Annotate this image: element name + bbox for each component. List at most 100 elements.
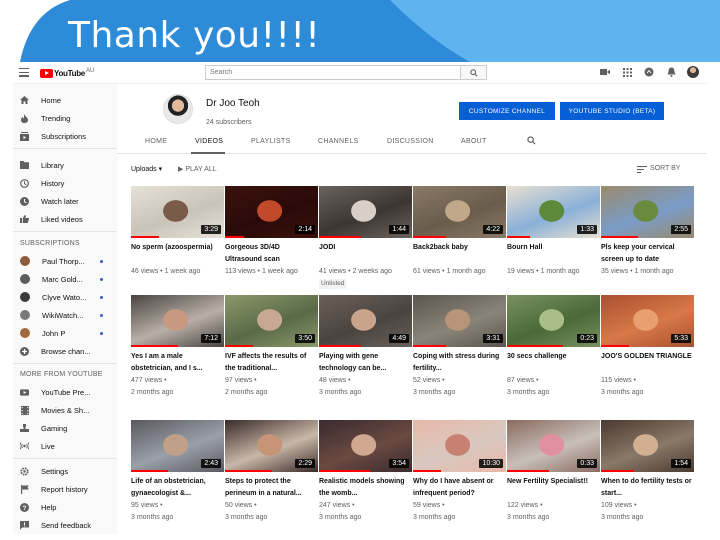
video-thumbnail[interactable]: 0:33 [507,420,600,472]
video-thumbnail[interactable]: 1:54 [601,420,694,472]
messages-icon[interactable] [643,66,655,78]
uploads-dropdown[interactable]: Uploads ▾ [131,165,162,173]
sidebar-item-subscriptions[interactable]: Subscriptions [13,129,117,143]
sidebar-item-settings[interactable]: Settings [13,464,117,478]
sidebar-item-library[interactable]: Library [13,158,117,172]
sort-by-button[interactable]: SORT BY [650,165,680,172]
video-card[interactable]: 3:50 IVF affects the results of the tradi… [225,295,318,399]
sidebar-item-watch-later[interactable]: Watch later [13,194,117,208]
video-card[interactable]: 7:12 Yes I am a male obstetrician, and I … [131,295,224,399]
video-card[interactable]: 3:31 Coping with stress during fertility.… [413,295,506,399]
sidebar-item-report-history[interactable]: Report history [13,482,117,496]
video-thumbnail[interactable]: 10:30 [413,420,506,472]
video-title[interactable]: No sperm (azoospermia) [131,242,224,266]
tab-about[interactable]: ABOUT [461,138,487,145]
video-card[interactable]: 2:29 Steps to protect the perineum in a n… [225,420,318,524]
video-thumbnail[interactable]: 0:23 [507,295,600,347]
video-title[interactable]: Back2back baby [413,242,506,266]
account-avatar[interactable] [687,66,699,78]
video-title[interactable]: Steps to protect the perineum in a natur… [225,476,318,500]
video-thumbnail[interactable]: 2:29 [225,420,318,472]
video-thumbnail[interactable]: 7:12 [131,295,224,347]
sidebar-item-subscription[interactable]: Paul Thorp... [13,254,117,268]
sidebar-item-movies[interactable]: Movies & Sh... [13,403,117,417]
notifications-icon[interactable] [665,66,677,78]
tab-videos[interactable]: VIDEOS [195,138,223,145]
video-title[interactable]: New Fertility Specialist!! [507,476,600,500]
video-thumbnail[interactable]: 1:44 [319,186,412,238]
video-card[interactable]: 2:43 Life of an obstetrician, gynaecologi… [131,420,224,524]
sidebar-item-history[interactable]: History [13,176,117,190]
video-card[interactable]: 10:30 Why do I have absent or infrequent … [413,420,506,524]
sidebar-item-youtube-premium[interactable]: YouTube Pre... [13,385,117,399]
video-title[interactable]: IVF affects the results of the tradition… [225,351,318,375]
video-meta: 113 views • 1 week ago [225,268,298,275]
video-card[interactable]: 3:54 Realistic models showing the womb...… [319,420,412,524]
video-thumbnail[interactable]: 2:14 [225,186,318,238]
sidebar-item-subscription[interactable]: John P [13,326,117,340]
channel-avatar-large[interactable] [163,94,193,124]
video-thumbnail[interactable]: 4:49 [319,295,412,347]
video-title[interactable]: Why do I have absent or infrequent perio… [413,476,506,500]
sidebar-item-gaming[interactable]: Gaming [13,421,117,435]
video-card[interactable]: 0:23 30 secs challenge 87 views • 3 months … [507,295,600,399]
tab-channels[interactable]: CHANNELS [318,138,359,145]
video-card[interactable]: 5:33 JOO'S GOLDEN TRIANGLE 115 views • 3 mo… [601,295,694,399]
sidebar-item-send-feedback[interactable]: Send feedback [13,518,117,532]
sidebar-item-help[interactable]: ? Help [13,500,117,514]
sidebar-item-home[interactable]: Home [13,93,117,107]
sidebar-item-subscription[interactable]: WikiWatch... [13,308,117,322]
video-card[interactable]: 1:44 JODI 41 views • 2 weeks ago Unlisted [319,186,412,290]
tab-playlists[interactable]: PLAYLISTS [251,138,291,145]
sidebar-item-subscription[interactable]: Marc Gold... [13,272,117,286]
video-title[interactable]: Playing with gene technology can be... [319,351,412,375]
sidebar-item-trending[interactable]: Trending [13,111,117,125]
menu-icon[interactable] [19,68,29,77]
sidebar-item-liked-videos[interactable]: Liked videos [13,212,117,226]
create-video-icon[interactable] [599,66,611,78]
video-thumbnail[interactable]: 4:22 [413,186,506,238]
video-title[interactable]: Realistic models showing the womb... [319,476,412,500]
video-card[interactable]: 1:54 When to do fertility tests or start.… [601,420,694,524]
video-title[interactable]: Coping with stress during fertility... [413,351,506,375]
video-thumbnail[interactable]: 3:54 [319,420,412,472]
video-title[interactable]: Pls keep your cervical screen up to date [601,242,694,266]
video-thumbnail[interactable]: 3:50 [225,295,318,347]
video-thumbnail[interactable]: 5:33 [601,295,694,347]
video-title[interactable]: Bourn Hall [507,242,600,266]
video-title[interactable]: JOO'S GOLDEN TRIANGLE [601,351,694,375]
video-title[interactable]: JODI [319,242,412,266]
video-title[interactable]: 30 secs challenge [507,351,600,375]
video-thumbnail[interactable]: 2:55 [601,186,694,238]
play-icon: ▶ [178,166,184,173]
video-card[interactable]: 2:14 Gorgeous 3D/4D Ultrasound scan 113 vi… [225,186,318,278]
channel-search-icon[interactable] [527,136,536,147]
search-button[interactable] [460,66,486,79]
video-thumbnail[interactable]: 3:29 [131,186,224,238]
sidebar-item-browse-channels[interactable]: Browse chan... [13,344,117,358]
video-card[interactable]: 3:29 No sperm (azoospermia) 46 views • 1 w… [131,186,224,278]
search-input[interactable] [206,66,460,79]
tab-home[interactable]: HOME [145,138,167,145]
video-thumbnail[interactable]: 3:31 [413,295,506,347]
youtube-logo[interactable]: YouTube AU [40,68,94,78]
video-thumbnail[interactable]: 2:43 [131,420,224,472]
video-title[interactable]: Gorgeous 3D/4D Ultrasound scan [225,242,318,266]
video-card[interactable]: 1:33 Bourn Hall 19 views • 1 month ago [507,186,600,278]
video-title[interactable]: Life of an obstetrician, gynaecologist &… [131,476,224,500]
video-title[interactable]: Yes I am a male obstetrician, and I s... [131,351,224,375]
sidebar-item-label: Browse chan... [41,346,91,356]
video-card[interactable]: 4:49 Playing with gene technology can be.… [319,295,412,399]
youtube-studio-button[interactable]: YOUTUBE STUDIO (BETA) [560,102,664,120]
sidebar-item-subscription[interactable]: Clyve Wato... [13,290,117,304]
video-card[interactable]: 0:33 New Fertility Specialist!! 122 views … [507,420,600,524]
tab-discussion[interactable]: DISCUSSION [387,138,434,145]
video-thumbnail[interactable]: 1:33 [507,186,600,238]
sidebar-item-live[interactable]: Live [13,439,117,453]
customize-channel-button[interactable]: CUSTOMIZE CHANNEL [459,102,555,120]
play-all-button[interactable]: ▶ PLAY ALL [178,165,217,173]
video-card[interactable]: 4:22 Back2back baby 61 views • 1 month ago [413,186,506,278]
video-card[interactable]: 2:55 Pls keep your cervical screen up to … [601,186,694,278]
video-title[interactable]: When to do fertility tests or start... [601,476,694,500]
apps-grid-icon[interactable] [621,66,633,78]
